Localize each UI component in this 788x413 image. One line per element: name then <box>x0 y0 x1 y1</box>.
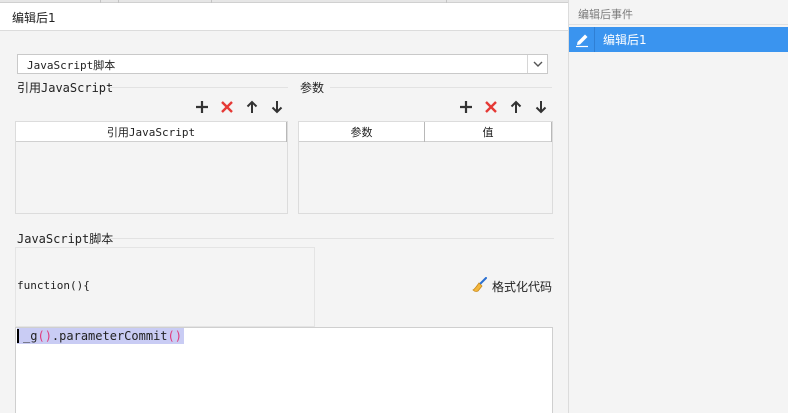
arrow-down-icon[interactable] <box>532 98 550 116</box>
event-editor-panel: JavaScript脚本 引用JavaScript 引用JavaScript 参… <box>0 31 568 413</box>
event-list-sidebar: 编辑后事件 编辑后1 <box>568 0 788 413</box>
text-cursor <box>17 329 19 343</box>
code-token-g: _g <box>23 329 38 343</box>
sidebar-title: 编辑后事件 <box>578 8 633 21</box>
chevron-down-icon[interactable] <box>527 55 547 73</box>
section-divider <box>106 238 554 239</box>
params-toolbar <box>457 98 550 116</box>
format-code-button[interactable]: 格式化代码 <box>472 277 552 296</box>
delete-icon[interactable] <box>482 98 500 116</box>
code-token-open-paren: ( <box>37 329 45 343</box>
script-type-select[interactable]: JavaScript脚本 <box>17 54 548 74</box>
params-label: 参数 <box>300 81 325 95</box>
ref-js-table[interactable]: 引用JavaScript <box>15 121 288 214</box>
add-icon[interactable] <box>457 98 475 116</box>
arrow-up-icon[interactable] <box>507 98 525 116</box>
table-header: 引用JavaScript <box>16 122 287 142</box>
script-section-label: JavaScript脚本 <box>17 232 114 246</box>
code-token-call-open: ( <box>167 329 175 343</box>
script-type-value: JavaScript脚本 <box>27 59 116 72</box>
broom-icon <box>472 277 488 296</box>
add-icon[interactable] <box>193 98 211 116</box>
sidebar-divider <box>569 24 788 25</box>
table-header: 参数 值 <box>299 122 552 142</box>
sidebar-item-label: 编辑后1 <box>603 33 647 47</box>
format-code-label: 格式化代码 <box>492 280 553 294</box>
sidebar-item-event[interactable]: 编辑后1 <box>569 27 788 52</box>
column-header-ref-js[interactable]: 引用JavaScript <box>16 122 287 142</box>
code-token-method: .parameterCommit <box>51 329 168 343</box>
function-open-text: function(){ <box>17 279 90 292</box>
panel-title: 编辑后1 <box>12 11 56 25</box>
code-line: _g ( ) .parameterCommit ( ) <box>17 328 184 344</box>
column-header-param[interactable]: 参数 <box>299 122 425 142</box>
params-table[interactable]: 参数 值 <box>298 121 553 214</box>
script-code-editor[interactable]: _g ( ) .parameterCommit ( ) <box>15 327 553 413</box>
delete-icon[interactable] <box>218 98 236 116</box>
arrow-down-icon[interactable] <box>268 98 286 116</box>
function-header-area: function(){ <box>15 247 315 327</box>
column-header-value[interactable]: 值 <box>425 122 552 142</box>
ref-js-label: 引用JavaScript <box>17 81 114 95</box>
arrow-up-icon[interactable] <box>243 98 261 116</box>
section-divider <box>330 87 552 88</box>
code-token-close-paren: ) <box>44 329 52 343</box>
ref-js-toolbar <box>193 98 286 116</box>
section-divider <box>108 87 288 88</box>
panel-header: 编辑后1 <box>0 3 568 31</box>
code-token-call-close: ) <box>174 329 182 343</box>
pencil-icon[interactable] <box>569 27 595 52</box>
